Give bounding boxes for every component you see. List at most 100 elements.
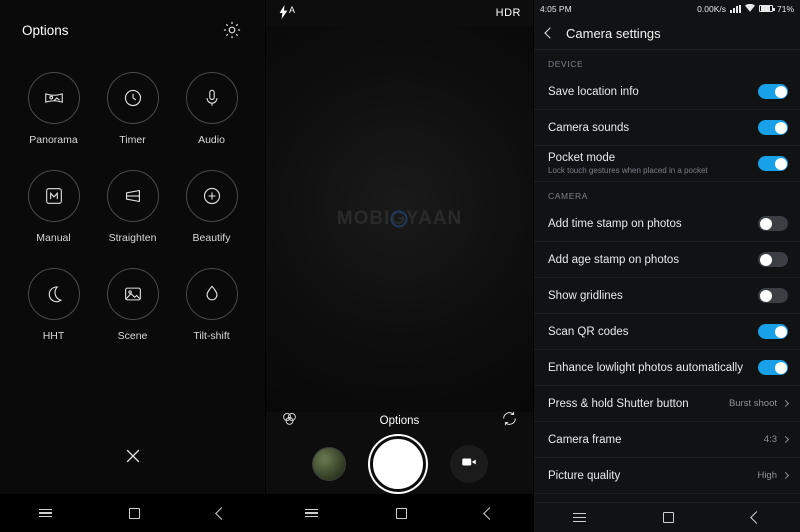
menu-icon[interactable] (305, 508, 318, 518)
toggle-camera-sounds[interactable] (758, 120, 788, 135)
option-beautify[interactable]: Beautify (172, 170, 251, 244)
setting-value: 4:3 (763, 434, 777, 445)
option-panorama[interactable]: Panorama (14, 72, 93, 146)
toggle-save-location[interactable] (758, 84, 788, 99)
chevron-right-icon (781, 399, 790, 408)
setting-row-age-stamp[interactable]: Add age stamp on photos (534, 242, 800, 278)
toggle-gridlines[interactable] (758, 288, 788, 303)
menu-icon[interactable] (572, 513, 586, 522)
option-label: Manual (36, 232, 71, 244)
flash-mode-label: A (289, 5, 296, 15)
status-icons: 0.00K/s 71% (697, 3, 794, 14)
system-navbar (0, 494, 265, 532)
manual-m-icon (27, 170, 80, 222)
option-label: Panorama (29, 134, 78, 146)
toggle-scan-qr[interactable] (758, 324, 788, 339)
hdr-button[interactable]: HDR (496, 7, 521, 19)
straighten-icon (106, 170, 159, 222)
battery-percent: 71% (776, 3, 794, 14)
network-speed: 0.00K/s (697, 3, 726, 14)
watermark-ring (390, 210, 408, 228)
camera-viewfinder-screen: A HDR MOBIGYAAN Options (266, 0, 534, 532)
home-icon[interactable] (663, 512, 675, 523)
option-manual[interactable]: Manual (14, 170, 93, 244)
landscape-icon (106, 268, 159, 320)
options-header: Options (0, 0, 265, 60)
setting-label: Save location info (548, 85, 639, 98)
option-hht[interactable]: HHT (14, 268, 93, 342)
back-icon[interactable] (750, 511, 764, 524)
setting-row-enhance-lowlight[interactable]: Enhance lowlight photos automatically (534, 350, 800, 386)
toggle-age-stamp[interactable] (758, 252, 788, 267)
camera-settings-screen: 4:05 PM 0.00K/s 71% Camera settings DEVI… (534, 0, 800, 532)
setting-row-camera-sounds[interactable]: Camera sounds (534, 110, 800, 146)
home-icon[interactable] (128, 507, 140, 519)
status-time: 4:05 PM (540, 3, 572, 14)
setting-row-shutter-hold[interactable]: Press & hold Shutter button Burst shoot (534, 386, 800, 422)
home-icon[interactable] (396, 507, 407, 519)
section-label-camera: CAMERA (548, 191, 588, 201)
camera-top-bar: A HDR (266, 0, 533, 26)
flash-auto-icon (278, 5, 289, 21)
system-navbar (266, 494, 533, 532)
video-camera-icon (460, 453, 478, 476)
back-icon[interactable] (483, 506, 496, 520)
option-label: Beautify (192, 232, 231, 244)
option-label: HHT (42, 330, 65, 342)
setting-label: Press & hold Shutter button (548, 397, 689, 410)
setting-label: Picture quality (548, 469, 621, 482)
toggle-time-stamp[interactable] (758, 216, 788, 231)
toggle-enhance-lowlight[interactable] (758, 360, 788, 375)
watermark: MOBIGYAAN (336, 208, 463, 229)
switch-camera-icon[interactable] (500, 409, 519, 433)
setting-label: Scan QR codes (548, 325, 629, 338)
settings-list-device: Save location info Camera sounds Pocket … (534, 74, 800, 182)
camera-options-screen: Options Panorama Timer Audio Manual Stra… (0, 0, 266, 532)
option-straighten[interactable]: Straighten (93, 170, 172, 244)
setting-row-time-stamp[interactable]: Add time stamp on photos (534, 206, 800, 242)
settings-list-camera: Add time stamp on photos Add age stamp o… (534, 206, 800, 494)
options-label[interactable]: Options (380, 415, 420, 427)
viewfinder-preview[interactable]: MOBIGYAAN (266, 26, 533, 412)
battery-icon (758, 5, 775, 12)
option-audio[interactable]: Audio (172, 72, 251, 146)
close-options-button[interactable] (0, 445, 265, 472)
toggle-pocket-mode[interactable] (758, 156, 788, 171)
options-grid: Panorama Timer Audio Manual Straighten B… (0, 60, 265, 342)
beautify-plus-icon (185, 170, 238, 222)
option-label: Audio (198, 134, 225, 146)
setting-row-pocket-mode[interactable]: Pocket mode Lock touch gestures when pla… (534, 146, 800, 182)
shutter-button[interactable] (369, 436, 426, 492)
moon-icon (27, 268, 80, 320)
setting-label: Show gridlines (548, 289, 623, 302)
setting-label: Camera sounds (548, 121, 630, 134)
setting-row-camera-frame[interactable]: Camera frame 4:3 (534, 422, 800, 458)
setting-row-picture-quality[interactable]: Picture quality High (534, 458, 800, 494)
setting-value: Burst shoot (728, 398, 777, 409)
panorama-icon (27, 72, 80, 124)
option-timer[interactable]: Timer (93, 72, 172, 146)
setting-row-gridlines[interactable]: Show gridlines (534, 278, 800, 314)
setting-row-scan-qr[interactable]: Scan QR codes (534, 314, 800, 350)
back-arrow-icon[interactable] (544, 27, 556, 39)
signal-bars-icon (729, 4, 741, 13)
setting-row-save-location[interactable]: Save location info (534, 74, 800, 110)
chevron-right-icon (781, 435, 790, 444)
system-navbar (534, 502, 800, 532)
menu-icon[interactable] (38, 508, 52, 518)
filters-icon[interactable] (280, 409, 299, 433)
video-record-button[interactable] (449, 445, 488, 483)
option-scene[interactable]: Scene (93, 268, 172, 342)
option-tilt-shift[interactable]: Tilt-shift (172, 268, 251, 342)
option-label: Timer (119, 134, 146, 146)
last-photo-thumbnail[interactable] (311, 447, 346, 481)
flash-auto-button[interactable]: A (278, 5, 295, 21)
settings-header: Camera settings (534, 17, 800, 50)
camera-options-bar: Options (266, 408, 533, 434)
back-icon[interactable] (215, 506, 229, 520)
status-bar: 4:05 PM 0.00K/s 71% (534, 0, 800, 17)
page-title: Camera settings (566, 25, 661, 41)
section-label-device: DEVICE (548, 59, 584, 69)
wifi-icon (744, 3, 755, 14)
gear-icon[interactable] (221, 19, 243, 41)
